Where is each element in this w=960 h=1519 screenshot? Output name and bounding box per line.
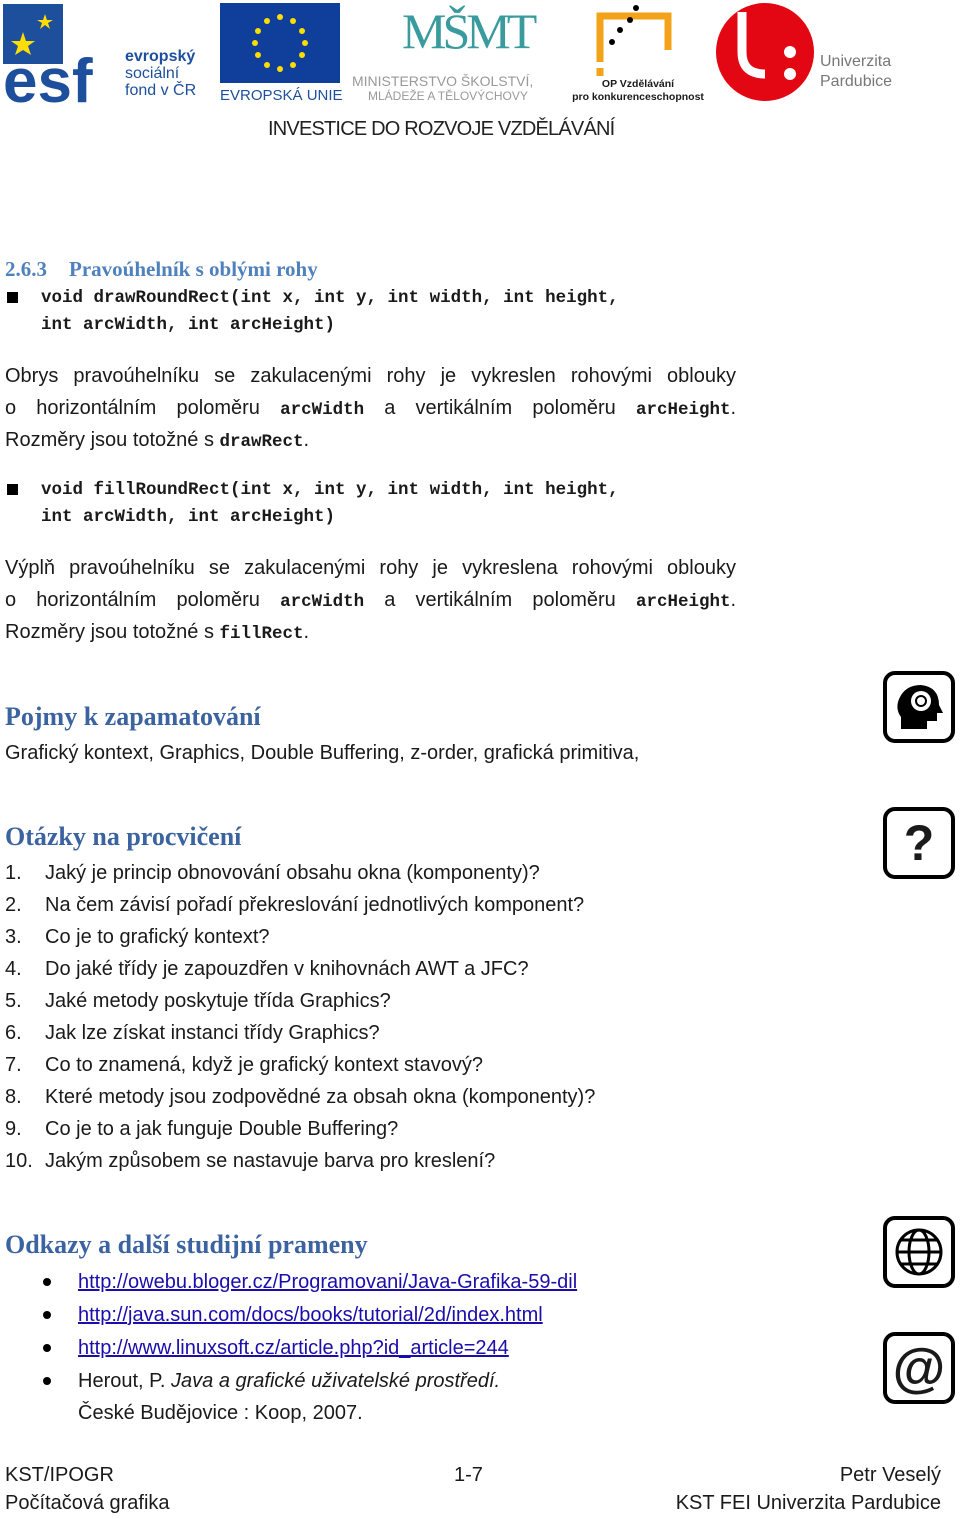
op-logo: OP Vzdělávání pro konkurenceschopnost <box>568 2 708 104</box>
esf-logo: esf evropský sociální fond v ČR <box>3 4 213 116</box>
esf-mark-icon: esf <box>3 4 93 116</box>
bullet-square-icon <box>7 292 18 303</box>
footer-subject: Počítačová grafika <box>5 1492 170 1514</box>
question-number: 2. <box>5 894 22 916</box>
text: o horizontálním poloměru <box>5 589 281 611</box>
code-inline: fillRect <box>219 624 304 644</box>
bullet-dot-icon <box>43 1344 51 1352</box>
book-reference: Herout, P. Java a grafické uživatelské p… <box>78 1369 500 1393</box>
question-text: Jakým způsobem se nastavuje barva pro kr… <box>45 1150 496 1172</box>
msmt-text: MINISTERSTVO ŠKOLSTVÍ, <box>352 73 534 89</box>
eu-flag-icon <box>220 3 340 83</box>
text: Rozměry jsou totožné s <box>5 429 220 451</box>
bullet-square-icon <box>7 484 18 495</box>
code-inline: arcHeight <box>635 592 731 612</box>
method-signature: int arcWidth, int arcHeight) <box>41 507 336 527</box>
footer-course: KST/IPOGR <box>5 1464 114 1486</box>
globe-icon <box>883 1216 955 1288</box>
eu-logo: EVROPSKÁ UNIE <box>220 3 343 104</box>
upce-logo: Univerzita Pardubice <box>715 2 905 102</box>
text: . <box>303 429 310 451</box>
code-inline: arcWidth <box>280 400 365 420</box>
code-inline: arcHeight <box>635 400 731 420</box>
question-text: Které metody jsou zodpovědné za obsah ok… <box>45 1086 596 1108</box>
text: o horizontálním poloměru <box>5 397 281 419</box>
book-publisher: České Budějovice : Koop, 2007. <box>78 1402 363 1424</box>
question-text: Do jaké třídy je zapouzdřen v knihovnách… <box>45 958 529 980</box>
footer-institution: KST FEI Univerzita Pardubice <box>675 1492 941 1514</box>
question-number: 7. <box>5 1054 22 1076</box>
footer-page-number: 1-7 <box>454 1464 483 1486</box>
question-text: Co to znamená, když je grafický kontext … <box>45 1054 483 1076</box>
code-inline: arcWidth <box>280 592 365 612</box>
header-tagline: INVESTICE DO ROZVOJE VZDĚLÁVÁNÍ <box>268 118 615 140</box>
question-text: Jaký je princip obnovování obsahu okna (… <box>45 862 540 884</box>
method-signature: void fillRoundRect(int x, int y, int wid… <box>41 480 619 500</box>
text: a vertikálním poloměru <box>364 397 636 419</box>
upce-text: Univerzita <box>820 53 892 70</box>
question-text: Jak lze získat instanci třídy Graphics? <box>45 1022 380 1044</box>
question-number: 5. <box>5 990 22 1012</box>
eu-caption: EVROPSKÁ UNIE <box>220 87 343 104</box>
head-brain-icon <box>883 671 955 743</box>
question-number: 3. <box>5 926 22 948</box>
text: . <box>730 589 737 611</box>
op-mark-icon <box>596 5 672 76</box>
question-number: 6. <box>5 1022 22 1044</box>
esf-text: evropský <box>125 48 196 65</box>
question-number: 10. <box>5 1150 33 1172</box>
questions-heading: Otázky na procvičení <box>5 822 242 851</box>
paragraph-line: o horizontálním poloměru arcWidth a vert… <box>5 396 736 422</box>
question-text: Na čem závisí pořadí překreslování jedno… <box>45 894 585 916</box>
text: a vertikálním poloměru <box>364 589 636 611</box>
section-heading: 2.6.3 Pravoúhelník s oblými rohy <box>5 257 318 281</box>
paragraph-line: Rozměry jsou totožné s fillRect. <box>5 620 309 646</box>
question-text: Co je to a jak funguje Double Buffering? <box>45 1118 399 1140</box>
section-number: 2.6.3 <box>5 257 47 281</box>
document-page: esf evropský sociální fond v ČR EVROPSKÁ… <box>0 0 960 1519</box>
msmt-logo: MŠMT MINISTERSTVO ŠKOLSTVÍ, MLÁDEŽE A TĚ… <box>350 2 565 104</box>
question-number: 9. <box>5 1118 22 1140</box>
question-icon: ? <box>883 807 955 879</box>
question-number: 8. <box>5 1086 22 1108</box>
op-text: OP Vzdělávání <box>601 78 675 90</box>
book-author: Herout, P. <box>78 1370 172 1392</box>
bullet-dot-icon <box>43 1278 51 1286</box>
footer-author: Petr Veselý <box>839 1464 941 1486</box>
question-number: 4. <box>5 958 22 980</box>
link[interactable]: http://java.sun.com/docs/books/tutorial/… <box>78 1303 543 1327</box>
at-sign-icon: @ <box>883 1332 955 1404</box>
esf-text: sociální <box>125 65 180 82</box>
text: . <box>730 397 737 419</box>
terms-text: Grafický kontext, Graphics, Double Buffe… <box>5 742 640 764</box>
paragraph-line: Obrys pravoúhelníku se zakulacenými rohy… <box>5 365 736 387</box>
method-signature: void drawRoundRect(int x, int y, int wid… <box>41 288 619 308</box>
upce-text: Pardubice <box>820 73 893 90</box>
links-heading: Odkazy a další studijní prameny <box>5 1230 368 1259</box>
question-text: Jaké metody poskytuje třída Graphics? <box>45 990 391 1012</box>
bullet-dot-icon <box>43 1377 51 1385</box>
code-inline: drawRect <box>219 432 304 452</box>
svg-text:esf: esf <box>3 47 93 104</box>
esf-text: fond v ČR <box>125 82 197 99</box>
link[interactable]: http://www.linuxsoft.cz/article.php?id_a… <box>78 1336 509 1360</box>
paragraph-line: Výplň pravoúhelníku se zakulacenými rohy… <box>5 557 736 579</box>
paragraph-line: Rozměry jsou totožné s drawRect. <box>5 428 309 454</box>
question-text: Co je to grafický kontext? <box>45 926 270 948</box>
upce-mark-icon <box>716 3 814 101</box>
question-number: 1. <box>5 862 22 884</box>
msmt-mark: MŠMT <box>402 3 537 59</box>
bullet-dot-icon <box>43 1311 51 1319</box>
section-title: Pravoúhelník s oblými rohy <box>69 257 318 281</box>
book-title: Java a grafické uživatelské prostředí. <box>171 1370 501 1392</box>
terms-heading: Pojmy k zapamatování <box>5 702 261 731</box>
op-text: pro konkurenceschopnost <box>572 91 704 103</box>
text: . <box>303 621 310 643</box>
method-signature: int arcWidth, int arcHeight) <box>41 315 336 335</box>
link[interactable]: http://owebu.bloger.cz/Programovani/Java… <box>78 1270 577 1294</box>
text: Rozměry jsou totožné s <box>5 621 220 643</box>
paragraph-line: o horizontálním poloměru arcWidth a vert… <box>5 588 736 614</box>
msmt-text: MLÁDEŽE A TĚLOVÝCHOVY <box>368 89 528 103</box>
